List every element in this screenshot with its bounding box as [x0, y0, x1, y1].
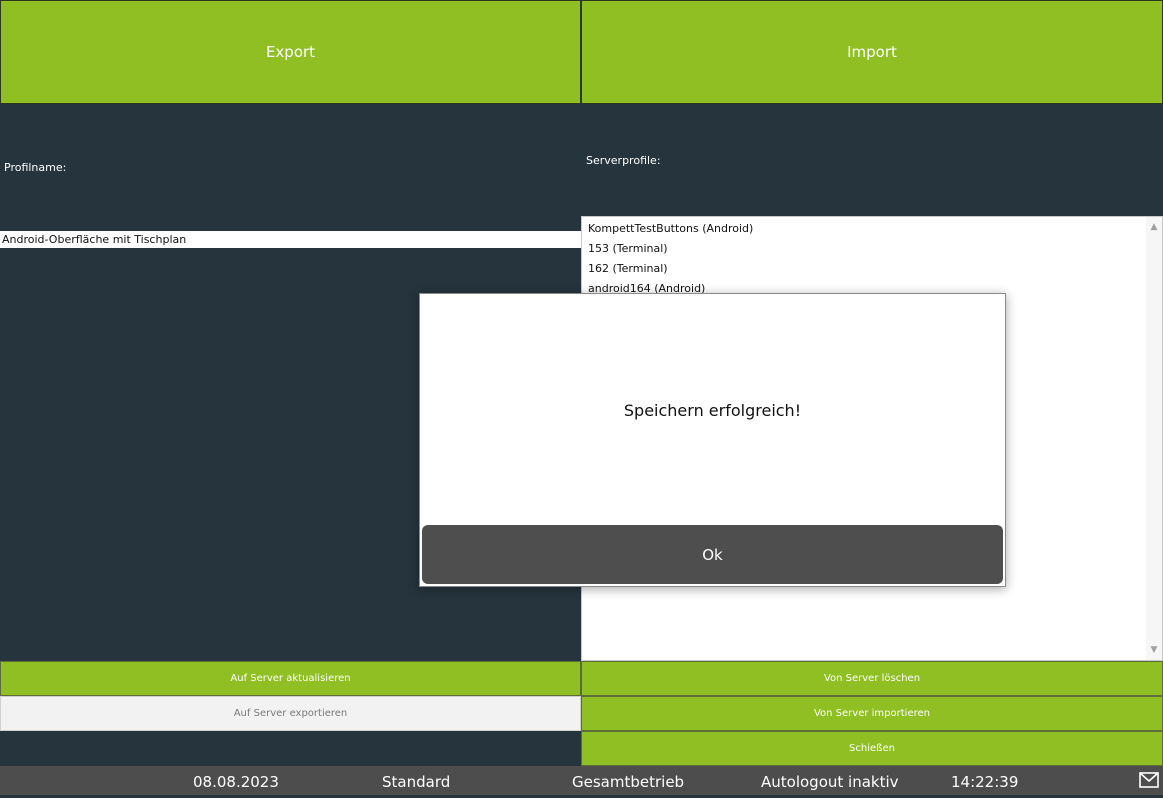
server-profiles-label: Serverprofile:	[586, 154, 661, 167]
ok-button[interactable]: Ok	[422, 525, 1003, 584]
list-item[interactable]: 153 (Terminal)	[588, 241, 1162, 261]
status-bar: 08.08.2023 Standard Gesamtbetrieb Autolo…	[0, 766, 1163, 795]
chevron-down-icon[interactable]: ▼	[1146, 642, 1162, 658]
export-tab-button[interactable]: Export	[0, 0, 581, 104]
status-mode: Standard	[382, 773, 451, 791]
delete-from-server-button[interactable]: Von Server löschen	[581, 661, 1163, 696]
success-dialog: Speichern erfolgreich! Ok	[419, 293, 1006, 587]
chevron-up-icon[interactable]: ▲	[1146, 219, 1162, 235]
status-operation: Gesamtbetrieb	[572, 773, 685, 791]
import-tab-button[interactable]: Import	[581, 0, 1163, 104]
list-item[interactable]: KompettTestButtons (Android)	[588, 221, 1162, 241]
profile-name-label: Profilname:	[4, 161, 67, 174]
status-autologout: Autologout inaktiv	[761, 773, 899, 791]
update-on-server-button[interactable]: Auf Server aktualisieren	[0, 661, 581, 696]
dialog-message: Speichern erfolgreich!	[623, 401, 802, 420]
import-from-server-button[interactable]: Von Server importieren	[581, 696, 1163, 731]
export-to-server-button[interactable]: Auf Server exportieren	[0, 696, 581, 731]
status-date: 08.08.2023	[193, 773, 279, 791]
list-item[interactable]: 162 (Terminal)	[588, 261, 1162, 281]
vertical-scrollbar[interactable]: ▲ ▼	[1146, 217, 1162, 660]
status-time: 14:22:39	[951, 773, 1019, 791]
profile-name-input[interactable]	[0, 231, 581, 248]
mail-icon[interactable]	[1139, 772, 1159, 788]
close-button[interactable]: Schießen	[581, 731, 1163, 766]
